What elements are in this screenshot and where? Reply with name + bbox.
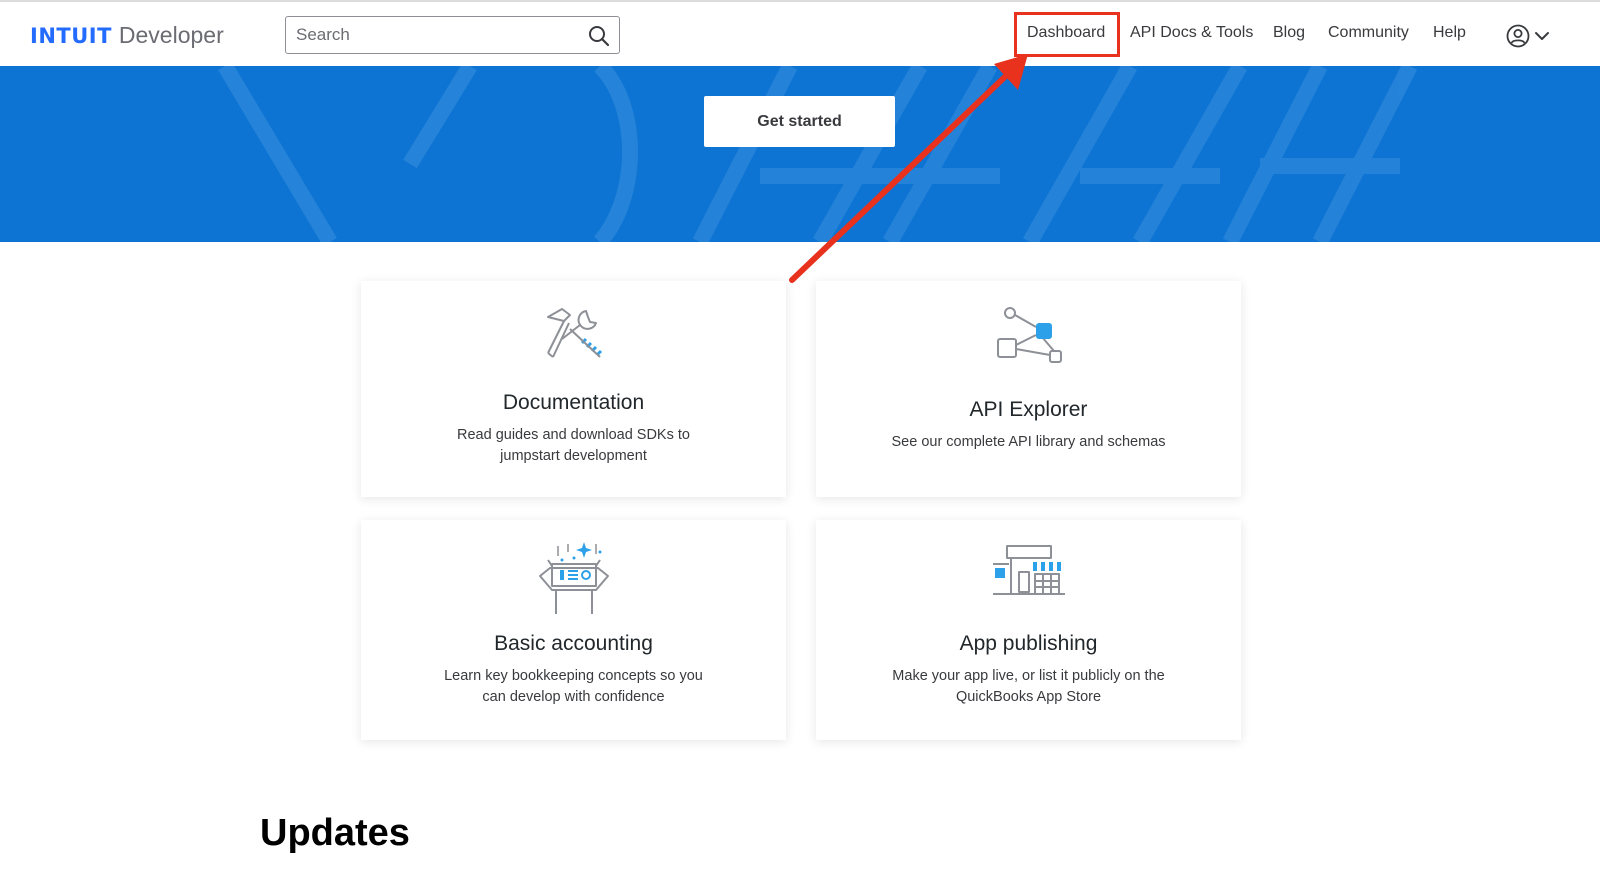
updates-heading: Updates <box>260 812 410 854</box>
logo-brand: INTUIT <box>30 24 112 48</box>
card-description: Make your app live, or list it publicly … <box>892 668 1165 705</box>
hero-background-pattern <box>218 66 1418 242</box>
card-api-explorer[interactable]: API Explorer See our complete API librar… <box>816 281 1241 497</box>
network-nodes-icon <box>996 307 1062 363</box>
card-title: App publishing <box>959 632 1098 655</box>
hero-banner: Get started <box>0 66 1600 242</box>
annotation-highlight-box <box>1014 12 1120 57</box>
nav-link-community[interactable]: Community <box>1328 24 1409 48</box>
get-started-button[interactable]: Get started <box>704 96 895 147</box>
card-title: API Explorer <box>969 398 1088 421</box>
card-description: Read guides and download SDKs to jumpsta… <box>457 427 690 464</box>
top-navigation-bar: INTUIT Developer Dashboard API Docs & To… <box>0 0 1600 66</box>
search-icon[interactable] <box>588 25 610 47</box>
tools-icon <box>546 308 602 358</box>
logo-sub: Developer <box>118 22 224 48</box>
storefront-icon <box>992 545 1065 595</box>
nav-link-help[interactable]: Help <box>1433 24 1466 48</box>
accounting-box-icon <box>538 542 609 614</box>
nav-link-api-docs-tools[interactable]: API Docs & Tools <box>1130 24 1253 48</box>
nav-link-blog[interactable]: Blog <box>1273 24 1305 48</box>
card-description: Learn key bookkeeping concepts so you ca… <box>444 668 703 705</box>
search-input[interactable] <box>296 17 576 53</box>
card-description: See our complete API library and schemas <box>891 434 1166 450</box>
card-app-publishing[interactable]: App publishing Make your app live, or li… <box>816 520 1241 740</box>
intuit-developer-logo[interactable]: INTUIT Developer <box>30 22 224 50</box>
card-title: Documentation <box>502 391 645 414</box>
user-account-menu[interactable] <box>1506 22 1558 50</box>
card-basic-accounting[interactable]: Basic accounting Learn key bookkeeping c… <box>361 520 786 740</box>
card-documentation[interactable]: Documentation Read guides and download S… <box>361 281 786 497</box>
user-circle-icon <box>1506 24 1530 48</box>
card-title: Basic accounting <box>494 632 653 655</box>
search-box <box>285 16 620 54</box>
chevron-down-icon <box>1535 32 1549 40</box>
